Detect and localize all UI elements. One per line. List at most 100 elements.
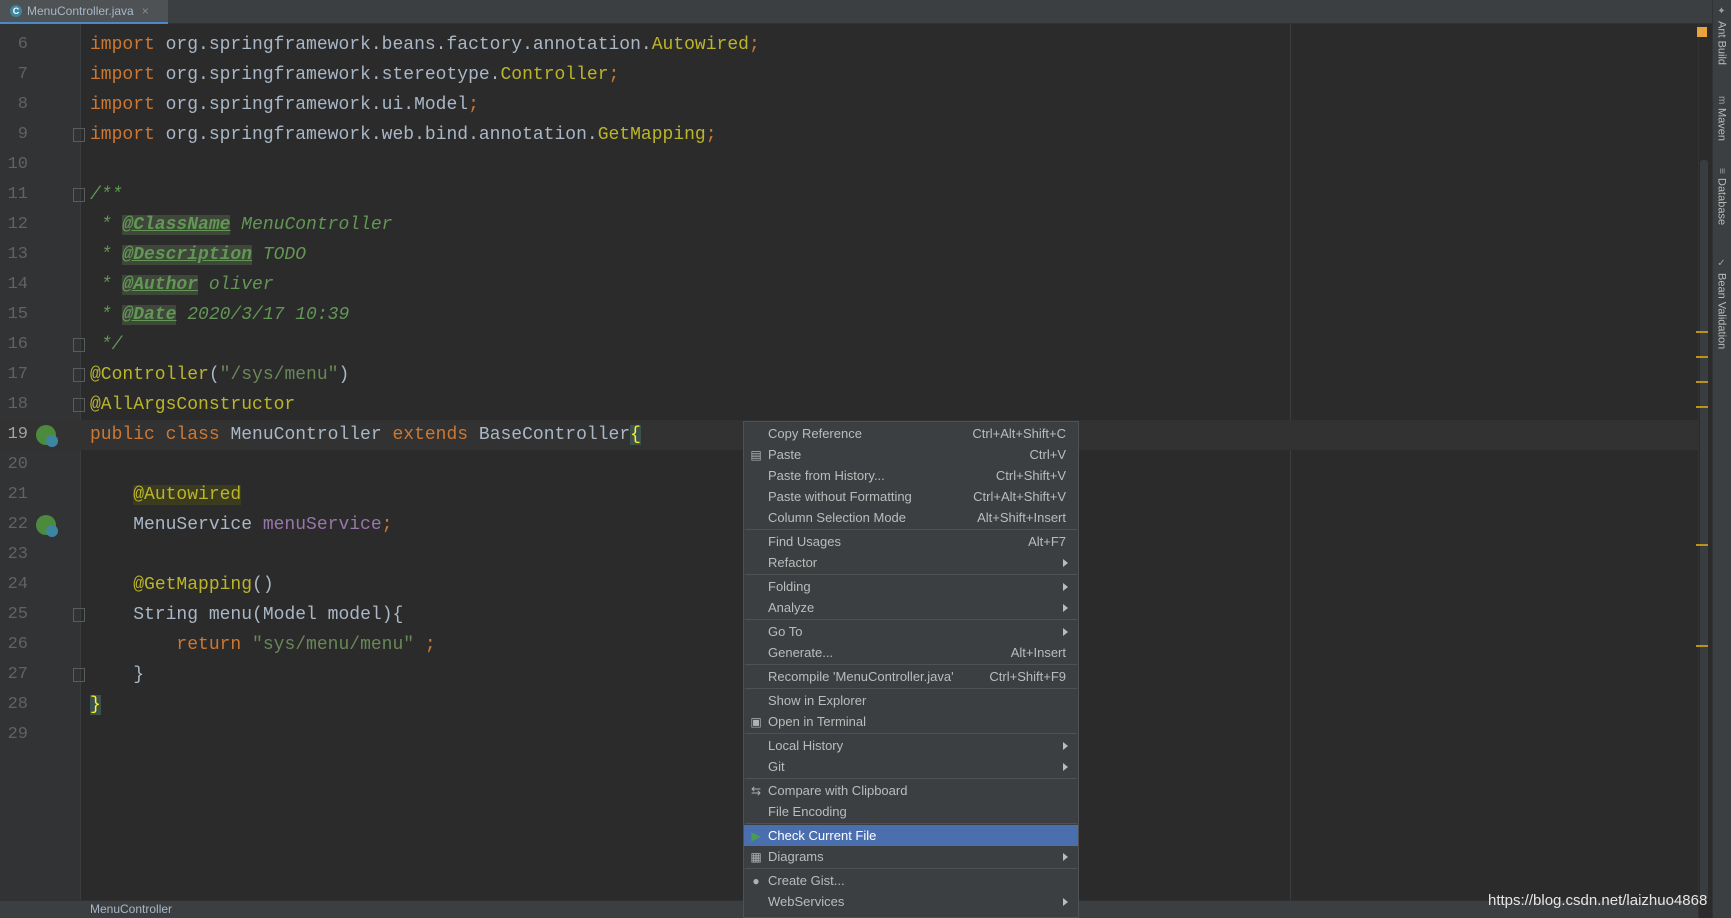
submenu-arrow-icon bbox=[1063, 897, 1068, 906]
ant-icon: ✦ bbox=[1716, 6, 1727, 17]
menu-item-label: Recompile 'MenuController.java' bbox=[768, 669, 954, 684]
autowired-gutter-icon[interactable] bbox=[36, 515, 58, 537]
code-token: import bbox=[90, 65, 166, 85]
menu-item-refactor[interactable]: Refactor bbox=[744, 552, 1078, 573]
code-line[interactable]: 6 import org.springframework.beans.factor… bbox=[0, 30, 1698, 60]
menu-item-check-current-file[interactable]: ▶ Check Current File bbox=[744, 825, 1078, 846]
menu-item-webservices[interactable]: WebServices bbox=[744, 891, 1078, 912]
menu-item-label: Find Usages bbox=[768, 534, 841, 549]
code-line[interactable]: 18 @AllArgsConstructor bbox=[0, 390, 1698, 420]
warning-marker[interactable] bbox=[1696, 331, 1708, 333]
menu-item-show-in-explorer[interactable]: Show in Explorer bbox=[744, 690, 1078, 711]
inspection-status-icon[interactable] bbox=[1697, 27, 1707, 37]
menu-item-paste-from-history[interactable]: Paste from History... Ctrl+Shift+V bbox=[744, 465, 1078, 486]
fold-marker-icon[interactable] bbox=[73, 338, 85, 352]
code-text: * @Description TODO bbox=[90, 240, 306, 270]
toolwindow-label: Maven bbox=[1715, 108, 1728, 142]
code-line[interactable]: 14 * @Author oliver bbox=[0, 270, 1698, 300]
menu-item-open-in-terminal[interactable]: ▣ Open in Terminal bbox=[744, 711, 1078, 732]
code-line[interactable]: 11 /** bbox=[0, 180, 1698, 210]
fold-marker-icon[interactable] bbox=[73, 668, 85, 682]
code-line[interactable]: 7 import org.springframework.stereotype.C… bbox=[0, 60, 1698, 90]
line-number: 24 bbox=[7, 575, 28, 594]
toolwindow-ant-build[interactable]: ✦ Ant Build bbox=[1713, 6, 1730, 65]
close-icon[interactable]: × bbox=[142, 4, 149, 18]
tab-menucontroller[interactable]: C MenuController.java × bbox=[0, 0, 168, 24]
menu-item-recompile-menucontroller-java[interactable]: Recompile 'MenuController.java' Ctrl+Shif… bbox=[744, 666, 1078, 687]
menu-item-create-gist[interactable]: ● Create Gist... bbox=[744, 870, 1078, 891]
code-line[interactable]: 12 * @ClassName MenuController bbox=[0, 210, 1698, 240]
line-number: 7 bbox=[17, 65, 28, 84]
menu-item-analyze[interactable]: Analyze bbox=[744, 597, 1078, 618]
menu-item-label: Paste without Formatting bbox=[768, 489, 912, 504]
code-token: * bbox=[90, 245, 123, 265]
code-line[interactable]: 9 import org.springframework.web.bind.ann… bbox=[0, 120, 1698, 150]
menu-item-paste-without-formatting[interactable]: Paste without Formatting Ctrl+Alt+Shift+V bbox=[744, 486, 1078, 507]
code-text: * @Date 2020/3/17 10:39 bbox=[90, 300, 349, 330]
code-line[interactable]: 13 * @Description TODO bbox=[0, 240, 1698, 270]
menu-item-label: Go To bbox=[768, 624, 803, 639]
menu-item-diagrams[interactable]: ▦ Diagrams bbox=[744, 846, 1078, 867]
toolwindow-database[interactable]: ≡ Database bbox=[1713, 168, 1730, 225]
warning-marker[interactable] bbox=[1696, 381, 1708, 383]
menu-separator bbox=[745, 619, 1077, 620]
code-token: org.springframework.beans.factory.annota… bbox=[165, 35, 652, 55]
code-text: String menu(Model model){ bbox=[90, 600, 403, 630]
code-token: @GetMapping bbox=[133, 575, 253, 595]
code-token: @ClassName bbox=[122, 215, 231, 235]
code-token: Controller bbox=[500, 65, 609, 85]
menu-item-label: Column Selection Mode bbox=[768, 510, 907, 525]
fold-marker-icon[interactable] bbox=[73, 368, 85, 382]
java-class-icon: C bbox=[10, 5, 22, 17]
menu-item-column-selection-mode[interactable]: Column Selection Mode Alt+Shift+Insert bbox=[744, 507, 1078, 528]
code-text: MenuService menuService; bbox=[90, 510, 392, 540]
code-line[interactable]: 8 import org.springframework.ui.Model; bbox=[0, 90, 1698, 120]
line-number: 8 bbox=[17, 95, 28, 114]
menu-item-generate[interactable]: Generate... Alt+Insert bbox=[744, 642, 1078, 663]
code-line[interactable]: 16 */ bbox=[0, 330, 1698, 360]
breadcrumb-class[interactable]: MenuController bbox=[90, 902, 172, 916]
menu-item-label: Open in Terminal bbox=[768, 714, 867, 729]
menu-separator bbox=[745, 664, 1077, 665]
fold-marker-icon[interactable] bbox=[73, 398, 85, 412]
menu-item-paste[interactable]: ▤ Paste Ctrl+V bbox=[744, 444, 1078, 465]
code-token: () bbox=[252, 575, 274, 595]
warning-marker[interactable] bbox=[1696, 544, 1708, 546]
line-number: 28 bbox=[7, 695, 28, 714]
fold-marker-icon[interactable] bbox=[73, 608, 85, 622]
line-number: 10 bbox=[7, 155, 28, 174]
toolwindow-bean-validation[interactable]: ✓ Bean Validation bbox=[1713, 258, 1730, 349]
line-number: 25 bbox=[7, 605, 28, 624]
warning-marker[interactable] bbox=[1696, 356, 1708, 358]
menu-item-find-usages[interactable]: Find Usages Alt+F7 bbox=[744, 531, 1078, 552]
menu-item-label: Git bbox=[768, 759, 785, 774]
menu-item-go-to[interactable]: Go To bbox=[744, 621, 1078, 642]
code-token: import bbox=[90, 125, 166, 145]
menu-item-git[interactable]: Git bbox=[744, 756, 1078, 777]
code-token: MenuController bbox=[230, 425, 393, 445]
toolwindow-maven[interactable]: m Maven bbox=[1713, 96, 1730, 141]
fold-marker-icon[interactable] bbox=[73, 128, 85, 142]
code-line[interactable]: 15 * @Date 2020/3/17 10:39 bbox=[0, 300, 1698, 330]
spring-bean-gutter-icon[interactable] bbox=[36, 425, 58, 447]
code-line[interactable]: 17 @Controller("/sys/menu") bbox=[0, 360, 1698, 390]
scrollbar-thumb[interactable] bbox=[1700, 160, 1708, 900]
code-token: /** bbox=[90, 185, 123, 205]
code-token: MenuService bbox=[90, 515, 263, 535]
code-token: * bbox=[90, 215, 123, 235]
code-line[interactable]: 10 bbox=[0, 150, 1698, 180]
menu-item-folding[interactable]: Folding bbox=[744, 576, 1078, 597]
warning-marker[interactable] bbox=[1696, 406, 1708, 408]
toolwindow-label: Database bbox=[1715, 177, 1728, 225]
warning-marker[interactable] bbox=[1696, 645, 1708, 647]
menu-item-compare-with-clipboard[interactable]: ⇆ Compare with Clipboard bbox=[744, 780, 1078, 801]
fold-marker-icon[interactable] bbox=[73, 188, 85, 202]
code-token: ( bbox=[208, 365, 220, 385]
submenu-arrow-icon bbox=[1063, 627, 1068, 636]
code-token: { bbox=[630, 425, 641, 445]
line-number: 27 bbox=[7, 665, 28, 684]
menu-item-local-history[interactable]: Local History bbox=[744, 735, 1078, 756]
code-token: String bbox=[90, 605, 209, 625]
menu-item-copy-reference[interactable]: Copy Reference Ctrl+Alt+Shift+C bbox=[744, 423, 1078, 444]
menu-item-file-encoding[interactable]: File Encoding bbox=[744, 801, 1078, 822]
